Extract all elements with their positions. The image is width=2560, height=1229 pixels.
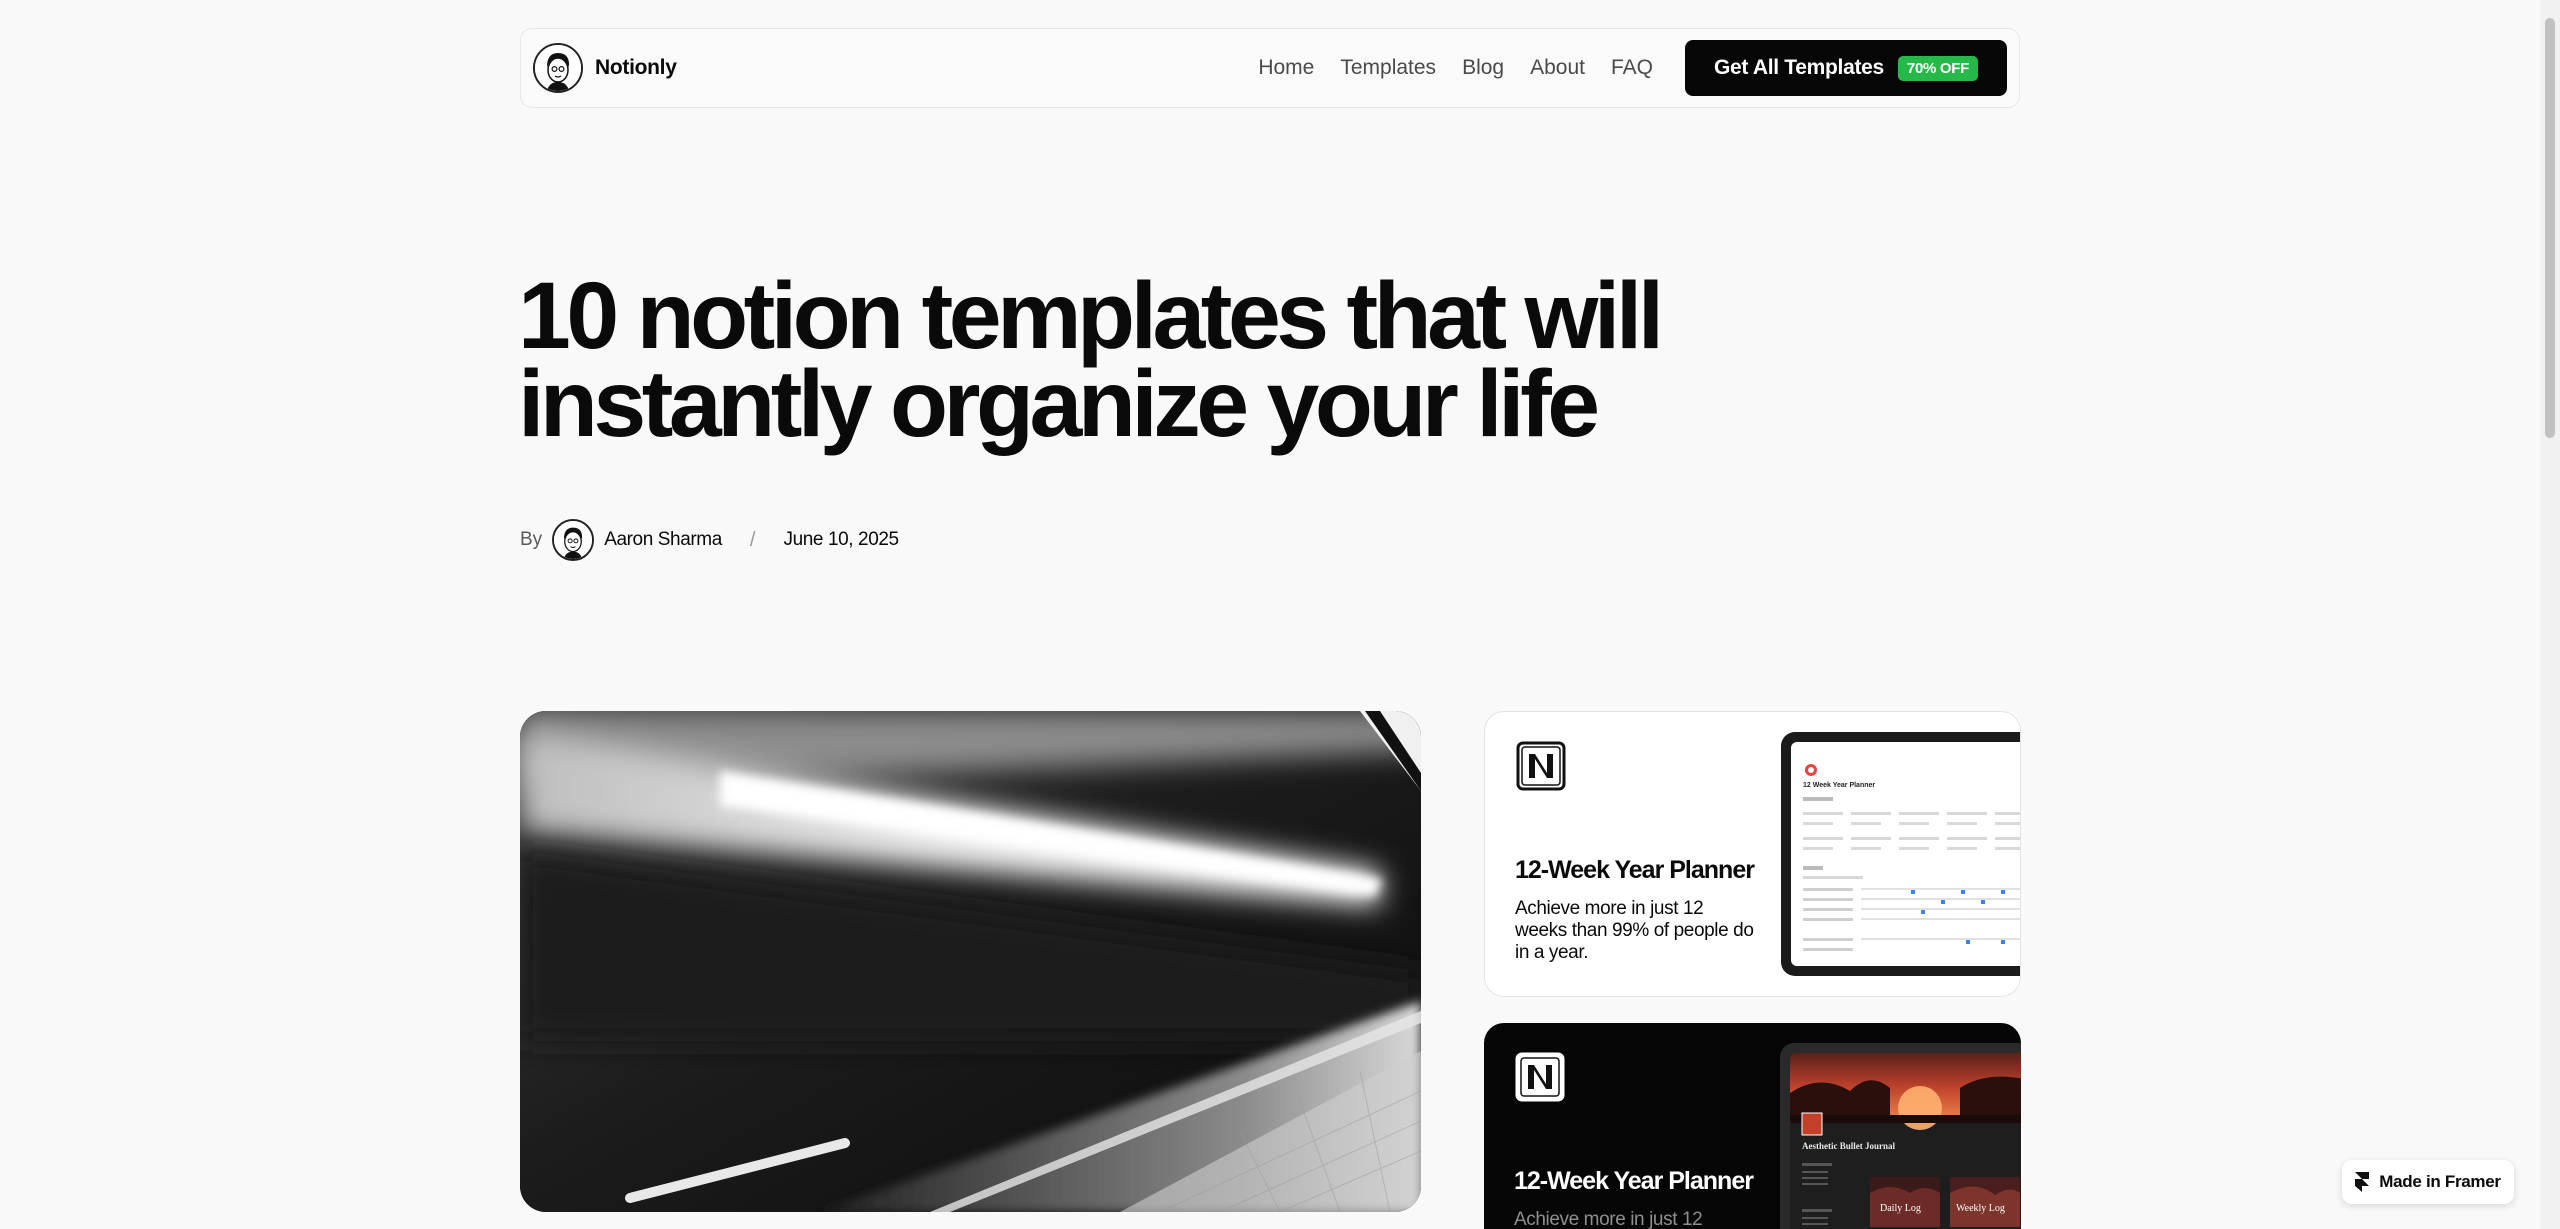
hero-image: [520, 711, 1421, 1212]
by-label: By: [520, 529, 543, 550]
nav-links: Home Templates Blog About FAQ: [1258, 56, 1653, 80]
page: Notionly Home Templates Blog About FAQ G…: [0, 0, 2560, 1229]
preview-tile-daily-log: Daily Log: [1880, 1203, 1921, 1214]
nav-link-faq[interactable]: FAQ: [1611, 56, 1653, 80]
preview-tile-weekly-log: Weekly Log: [1956, 1203, 2005, 1214]
template-card-bullet-journal[interactable]: 12-Week Year Planner Achieve more in jus…: [1484, 1023, 2021, 1229]
card-description: Achieve more in just 12 weeks than 99% o…: [1515, 898, 1754, 963]
brand[interactable]: Notionly: [533, 43, 677, 93]
made-in-framer-badge[interactable]: Made in Framer: [2342, 1160, 2514, 1204]
author-name[interactable]: Aaron Sharma: [604, 529, 722, 551]
discount-badge: 70% OFF: [1897, 55, 1979, 81]
preview-title: Aesthetic Bullet Journal: [1802, 1141, 1895, 1151]
post-date: June 10, 2025: [783, 529, 899, 550]
framer-badge-label: Made in Framer: [2379, 1172, 2501, 1191]
card-preview-image: Aesthetic Bullet Journal Daily Log Weekl…: [1780, 1043, 2021, 1229]
get-all-templates-button[interactable]: Get All Templates 70% OFF: [1685, 40, 2007, 96]
preview-title: 12 Week Year Planner: [1803, 782, 1876, 789]
template-card-12-week-planner[interactable]: 12-Week Year Planner Achieve more in jus…: [1484, 711, 2021, 997]
top-nav: Notionly Home Templates Blog About FAQ G…: [520, 28, 2020, 108]
nav-link-blog[interactable]: Blog: [1462, 56, 1504, 80]
cta-label: Get All Templates: [1713, 56, 1884, 79]
notion-logo-icon: [1514, 1051, 1566, 1103]
page-scrollbar[interactable]: [2540, 0, 2560, 1229]
brand-name: Notionly: [595, 56, 677, 79]
nav-link-templates[interactable]: Templates: [1340, 56, 1436, 80]
framer-logo-icon: [2355, 1172, 2370, 1192]
author-avatar-icon: [552, 519, 595, 561]
card-title: 12-Week Year Planner: [1514, 1167, 1754, 1195]
nav-link-about[interactable]: About: [1530, 56, 1585, 80]
notion-logo-icon: [1515, 740, 1567, 792]
preview-screen: Aesthetic Bullet Journal Daily Log Weekl…: [1790, 1053, 2021, 1229]
post-title: 10 notion templates that will instantly …: [518, 263, 1664, 457]
preview-screen: 12 Week Year Planner: [1791, 742, 2020, 966]
byline-separator: /: [749, 528, 756, 551]
nav-link-home[interactable]: Home: [1258, 56, 1314, 80]
scrollbar-thumb[interactable]: [2545, 18, 2555, 438]
card-description: Achieve more in just 12: [1514, 1209, 1703, 1229]
brand-avatar-icon: [533, 43, 583, 93]
card-preview-image: 12 Week Year Planner: [1781, 732, 2020, 976]
byline: By Aaron Sharma / June 10, 2025: [520, 517, 899, 563]
card-title: 12-Week Year Planner: [1515, 856, 1755, 884]
